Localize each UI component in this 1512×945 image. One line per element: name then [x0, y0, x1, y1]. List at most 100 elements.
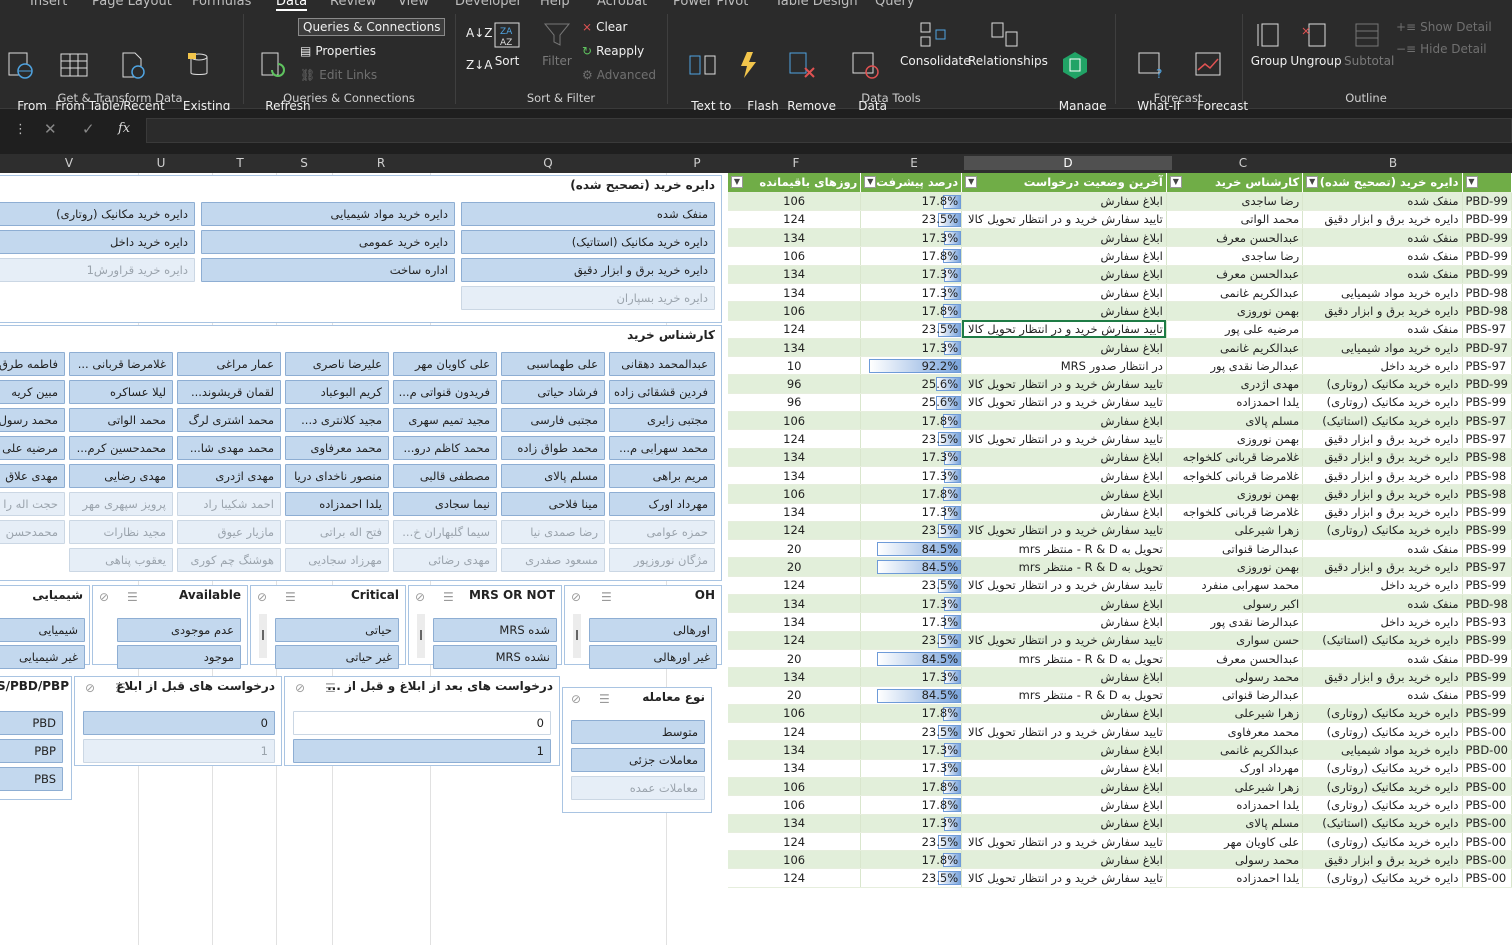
cell-request-id[interactable]: PBS-98: [1462, 448, 1512, 467]
slicer-item[interactable]: غیر حیاتی: [275, 645, 399, 669]
cell-remaining-days[interactable]: 106: [728, 850, 862, 870]
table-row[interactable]: 134 17.3% ابلاغ سفارش عبدالکریم غانمی دایره …: [728, 740, 1512, 760]
cell-last-status[interactable]: تایید سفارش خرید و در انتظار تحویل کالا: [961, 393, 1167, 413]
slicer-item[interactable]: حیاتی: [275, 618, 399, 642]
table-row[interactable]: 106 17.8% ابلاغ سفارش رضا ساجدی منفک شده PBD-…: [728, 192, 1512, 211]
cell-last-status[interactable]: ابلاغ سفارش: [961, 594, 1167, 614]
cell-request-id[interactable]: PBS-98: [1462, 466, 1512, 486]
slicer-item[interactable]: دایره خرید عمومی: [201, 230, 455, 254]
cell-request-id[interactable]: PBS-99: [1462, 686, 1512, 705]
cell-remaining-days[interactable]: 134: [728, 283, 862, 303]
column-header-e[interactable]: E: [864, 156, 964, 170]
slicer-item[interactable]: مهدی علاق: [0, 464, 65, 488]
cell-last-status[interactable]: ابلاغ سفارش: [961, 246, 1167, 266]
cell-last-status[interactable]: تایید سفارش خرید و در انتظار تحویل کالا: [961, 832, 1167, 852]
sort-a-z-button[interactable]: A↓Z: [466, 26, 492, 40]
cell-request-id[interactable]: PBS-97: [1462, 411, 1512, 431]
cell-buyer[interactable]: بهمن نوروزی: [1166, 301, 1304, 321]
cell-progress[interactable]: 17.8%: [860, 192, 963, 211]
cell-request-id[interactable]: PBS-98: [1462, 484, 1512, 504]
slicer-item[interactable]: فریدون قنواتی م...: [393, 380, 497, 404]
filter-dropdown-icon[interactable]: ▼: [1169, 176, 1182, 189]
slicer-item[interactable]: غلامرضا قربانی ...: [69, 352, 173, 376]
cell-buyer[interactable]: عبدالرضا نقدی پور: [1166, 356, 1304, 376]
cell-progress[interactable]: 17.3%: [860, 814, 963, 833]
table-row[interactable]: 124 23.5% تایید سفارش خرید و در انتظار تحو…: [728, 722, 1512, 742]
cell-buyer[interactable]: بهمن نوروزی: [1166, 557, 1304, 577]
slicer-item[interactable]: منصور ناخدای دریا: [285, 464, 389, 488]
slicer-item[interactable]: نیما سجادی: [393, 492, 497, 516]
cell-progress[interactable]: 17.8%: [860, 777, 963, 797]
more-options-icon[interactable]: ⋮: [14, 122, 27, 137]
cell-progress[interactable]: 25.6%: [860, 393, 963, 413]
slicer-item[interactable]: فرشاد حیاتی: [501, 380, 605, 404]
table-row[interactable]: 106 17.8% ابلاغ سفارش بهمن نوروزی دایره خرید…: [728, 301, 1512, 321]
cell-last-status[interactable]: تایید سفارش خرید و در انتظار تحویل کالا: [961, 320, 1167, 339]
cell-request-id[interactable]: PBS-99: [1462, 393, 1512, 413]
slicer-item[interactable]: یعقوب پناهی: [69, 548, 173, 572]
cell-buyer[interactable]: زهرا شیرعلی: [1166, 704, 1304, 724]
cell-buyer[interactable]: محمد سهرابی منفرد: [1166, 576, 1304, 596]
advanced-filter-button[interactable]: ⚙ Advanced: [582, 68, 656, 82]
cell-request-id[interactable]: PBS-99: [1462, 667, 1512, 687]
table-row[interactable]: 124 23.5% تایید سفارش خرید و در انتظار تحو…: [728, 210, 1512, 230]
cell-progress[interactable]: 17.8%: [860, 704, 963, 724]
slicer-item[interactable]: اورهالی: [589, 618, 717, 642]
cell-department[interactable]: منفک شده: [1302, 192, 1463, 211]
table-row[interactable]: 124 23.5% تایید سفارش خرید و در انتظار تحو…: [728, 832, 1512, 852]
cell-last-status[interactable]: ابلاغ سفارش: [961, 338, 1167, 358]
table-row[interactable]: 134 17.3% ابلاغ سفارش غلامرضا قربانی کلخواج…: [728, 503, 1512, 522]
cell-last-status[interactable]: ابلاغ سفارش: [961, 795, 1167, 815]
cell-request-id[interactable]: PBD-99: [1462, 265, 1512, 284]
table-row[interactable]: 20 84.5% تحویل به R & D - منتظر mrs عبدالرض…: [728, 539, 1512, 559]
cell-buyer[interactable]: مسلم پالای: [1166, 814, 1304, 833]
slicer-item[interactable]: 1: [293, 739, 551, 763]
table-row[interactable]: 106 17.8% ابلاغ سفارش زهرا شیرعلی دایره خرید…: [728, 777, 1512, 797]
column-header-q[interactable]: Q: [430, 156, 666, 170]
cell-department[interactable]: منفک شده: [1302, 539, 1463, 559]
cell-department[interactable]: دایره خرید داخل: [1302, 612, 1463, 632]
cell-department[interactable]: دایره خرید مواد شیمیایی: [1302, 283, 1463, 303]
cell-progress[interactable]: 25.6%: [860, 374, 963, 394]
cell-department[interactable]: دایره خرید برق و ابزار دقیق: [1302, 484, 1463, 504]
cell-request-id[interactable]: PBS-99: [1462, 539, 1512, 559]
cell-progress[interactable]: 23.5%: [860, 868, 963, 888]
cell-remaining-days[interactable]: 106: [728, 192, 862, 211]
cell-buyer[interactable]: محمد رسولی: [1166, 850, 1304, 870]
slicer-item[interactable]: سیما گلبهاران خ...: [393, 520, 497, 544]
multi-select-icon[interactable]: ☰: [599, 692, 610, 706]
table-row[interactable]: 134 17.3% ابلاغ سفارش عبدالرضا نقدی پور دایر…: [728, 612, 1512, 632]
slicer-item[interactable]: شیمیایی: [0, 618, 85, 642]
slicer-item[interactable]: مهدی رضائی: [393, 548, 497, 572]
tab-review[interactable]: Review: [330, 0, 376, 9]
slicer-item[interactable]: محمد سهرابی م...: [609, 436, 715, 460]
slicer-item[interactable]: متوسط: [571, 720, 705, 744]
table-row[interactable]: 134 17.3% ابلاغ سفارش اکبر رسولی منفک شده PBD…: [728, 594, 1512, 614]
cell-department[interactable]: دایره خرید برق و ابزار دقیق: [1302, 429, 1463, 449]
cell-request-id[interactable]: PBS-99: [1462, 521, 1512, 541]
cell-department[interactable]: منفک شده: [1302, 246, 1463, 266]
cell-remaining-days[interactable]: 124: [728, 521, 862, 541]
cell-remaining-days[interactable]: 124: [728, 210, 862, 230]
cell-last-status[interactable]: تحویل به R & D - منتظر mrs: [961, 686, 1167, 705]
cell-remaining-days[interactable]: 134: [728, 466, 862, 486]
cell-request-id[interactable]: PBS-00: [1462, 868, 1512, 888]
cell-progress[interactable]: 17.3%: [860, 466, 963, 486]
header-buyer[interactable]: ▼ کارشناس خرید: [1166, 173, 1304, 193]
cell-remaining-days[interactable]: 134: [728, 448, 862, 467]
cell-last-status[interactable]: تایید سفارش خرید و در انتظار تحویل کالا: [961, 722, 1167, 742]
sort-z-a-button[interactable]: Z↓A: [466, 58, 492, 72]
cell-department[interactable]: دایره خرید داخل: [1302, 356, 1463, 376]
cell-progress[interactable]: 17.8%: [860, 301, 963, 321]
column-header-f[interactable]: F: [728, 156, 864, 170]
cell-progress[interactable]: 92.2%: [860, 356, 963, 376]
cell-request-id[interactable]: PBS-99: [1462, 704, 1512, 724]
clear-filter-icon[interactable]: ⊘: [415, 590, 425, 604]
filter-dropdown-icon[interactable]: ▼: [1465, 176, 1478, 189]
cell-remaining-days[interactable]: 134: [728, 228, 862, 248]
table-row[interactable]: 134 17.3% ابلاغ سفارش عبدالحسن معرف منفک شده…: [728, 265, 1512, 284]
slicer-item[interactable]: مجید نظارات: [69, 520, 173, 544]
cell-request-id[interactable]: PBD-98: [1462, 594, 1512, 614]
cell-last-status[interactable]: تایید سفارش خرید و در انتظار تحویل کالا: [961, 576, 1167, 596]
cell-progress[interactable]: 17.3%: [860, 594, 963, 614]
